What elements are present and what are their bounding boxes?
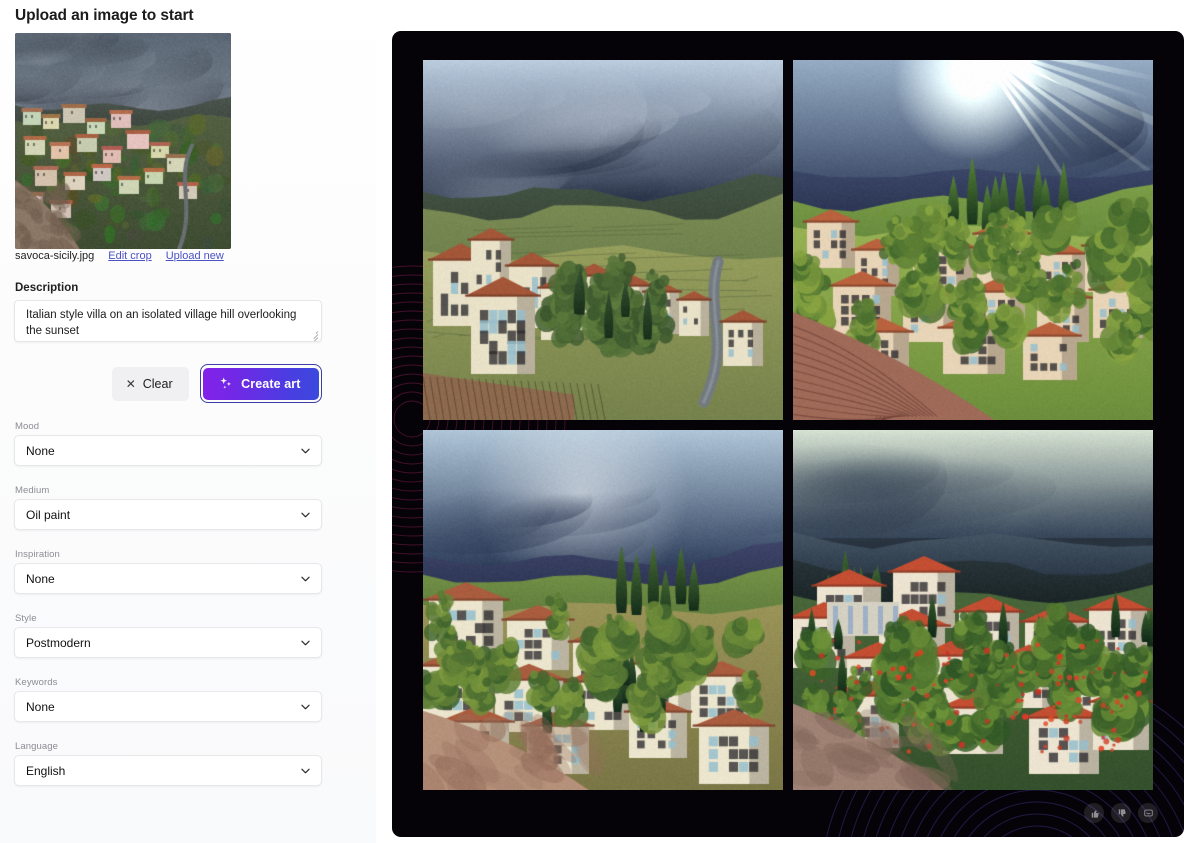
results-panel <box>392 31 1184 837</box>
description-text: Italian style villa on an isolated villa… <box>26 309 297 337</box>
thumbs-down-button[interactable] <box>1111 803 1131 823</box>
select-value-language: English <box>26 763 66 778</box>
report-button[interactable] <box>1138 803 1158 823</box>
close-x-icon: ✕ <box>125 376 136 391</box>
select-style[interactable]: Postmodern <box>14 627 322 658</box>
field-mood: Mood None <box>0 421 340 466</box>
upload-new-link[interactable]: Upload new <box>166 250 224 262</box>
field-label-medium: Medium <box>15 485 50 496</box>
chevron-down-icon <box>301 512 310 517</box>
edit-crop-link[interactable]: Edit crop <box>108 250 151 262</box>
generated-art-3[interactable] <box>423 430 783 790</box>
chevron-down-icon <box>301 576 310 581</box>
description-input[interactable]: Italian style villa on an isolated villa… <box>14 300 322 342</box>
field-keywords: Keywords None <box>0 677 340 722</box>
select-value-medium: Oil paint <box>26 507 71 522</box>
select-value-keywords: None <box>26 699 55 714</box>
generated-art-2[interactable] <box>793 60 1153 420</box>
sparkles-icon <box>220 377 232 389</box>
field-label-style: Style <box>15 613 37 624</box>
thumbs-down-icon <box>1118 808 1126 817</box>
generated-art-grid <box>423 60 1153 800</box>
select-medium[interactable]: Oil paint <box>14 499 322 530</box>
description-label: Description <box>15 282 79 294</box>
field-medium: Medium Oil paint <box>0 485 340 530</box>
generated-art-1[interactable] <box>423 60 783 420</box>
chevron-down-icon <box>301 704 310 709</box>
clear-button[interactable]: ✕ Clear <box>111 366 189 401</box>
select-inspiration[interactable]: None <box>14 563 322 594</box>
create-art-button[interactable]: Create art <box>203 367 319 400</box>
select-keywords[interactable]: None <box>14 691 322 722</box>
resize-handle-icon[interactable] <box>309 330 319 341</box>
action-button-row: ✕ Clear Create art <box>0 364 322 403</box>
field-label-keywords: Keywords <box>15 677 58 688</box>
select-language[interactable]: English <box>14 755 322 786</box>
field-label-mood: Mood <box>15 421 40 432</box>
field-language: Language English <box>0 741 340 786</box>
file-info-row: savoca-sicily.jpg Edit crop Upload new <box>15 250 224 262</box>
chevron-down-icon <box>301 448 310 453</box>
create-art-focus-ring: Create art <box>199 364 322 403</box>
chevron-down-icon <box>301 768 310 773</box>
field-style: Style Postmodern <box>0 613 340 658</box>
select-value-mood: None <box>26 443 55 458</box>
generated-art-4[interactable] <box>793 430 1153 790</box>
generated-art-1-canvas <box>423 60 783 420</box>
page-title: Upload an image to start <box>15 7 194 24</box>
generated-art-2-canvas <box>793 60 1153 420</box>
feedback-button-group <box>1084 803 1158 823</box>
select-value-style: Postmodern <box>26 635 91 650</box>
field-inspiration: Inspiration None <box>0 549 340 594</box>
uploaded-filename: savoca-sicily.jpg <box>15 250 95 262</box>
thumbs-up-button[interactable] <box>1084 803 1104 823</box>
generated-art-3-canvas <box>423 430 783 790</box>
upload-sidebar: Upload an image to start savoca-sicily.j… <box>0 0 376 843</box>
select-mood[interactable]: None <box>14 435 322 466</box>
uploaded-image-thumbnail[interactable] <box>15 33 231 249</box>
options-field-list: Mood None Medium Oil paint Inspiration None St… <box>0 421 340 805</box>
thumbs-up-icon <box>1091 809 1099 818</box>
clear-button-label: Clear <box>142 376 173 391</box>
thumbnail-canvas <box>15 33 231 249</box>
field-label-language: Language <box>15 741 59 752</box>
generated-art-4-canvas <box>793 430 1153 790</box>
create-art-label: Create art <box>241 376 301 391</box>
select-value-inspiration: None <box>26 571 55 586</box>
app-root: Upload an image to start savoca-sicily.j… <box>0 0 1200 843</box>
chevron-down-icon <box>301 640 310 645</box>
field-label-inspiration: Inspiration <box>15 549 60 560</box>
report-icon <box>1143 809 1153 816</box>
